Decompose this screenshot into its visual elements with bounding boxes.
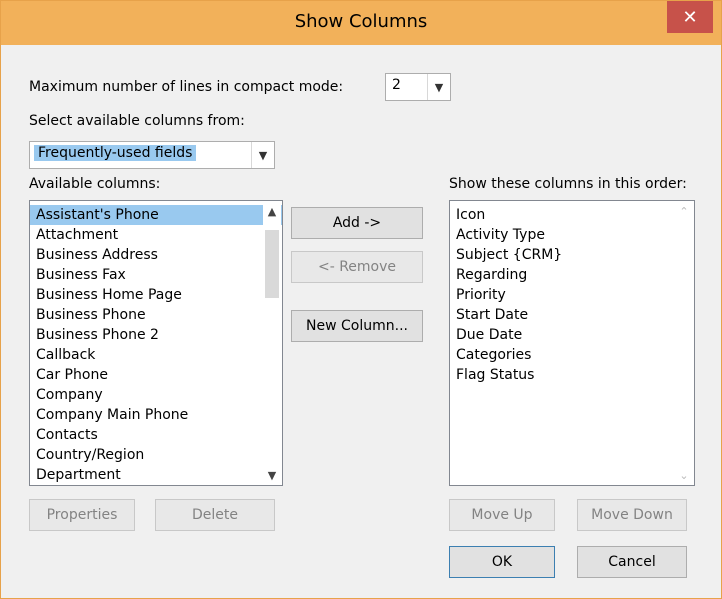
show-columns-dialog: Show Columns ✕ Maximum number of lines i…	[0, 0, 722, 599]
cancel-button[interactable]: Cancel	[577, 546, 687, 578]
move-up-button[interactable]: Move Up	[449, 499, 555, 531]
dialog-title: Show Columns	[294, 11, 428, 32]
available-scrollbar[interactable]: ▲ ▼	[263, 202, 281, 484]
list-item[interactable]: Business Phone	[30, 305, 282, 325]
delete-button[interactable]: Delete	[155, 499, 275, 531]
remove-button[interactable]: <- Remove	[291, 251, 423, 283]
available-columns-list[interactable]: Assistant's Phone Attachment Business Addr…	[29, 200, 283, 486]
add-button[interactable]: Add ->	[291, 207, 423, 239]
show-scrollbar: ⌃ ⌄	[675, 202, 693, 484]
list-item[interactable]: Start Date	[450, 305, 694, 325]
compact-lines-select[interactable]: 2 ▼	[385, 73, 451, 101]
compact-lines-value: 2	[392, 77, 401, 93]
list-item[interactable]: Due Date	[450, 325, 694, 345]
list-item[interactable]: Activity Type	[450, 225, 694, 245]
source-select[interactable]: Frequently-used fields ▼	[29, 141, 275, 169]
compact-lines-label: Maximum number of lines in compact mode:	[29, 79, 344, 95]
chevron-down-icon: ▼	[251, 142, 274, 168]
scroll-down-icon: ⌄	[679, 468, 689, 482]
shown-items: Icon Activity Type Subject {CRM} Regarding P…	[450, 201, 694, 385]
available-columns-label: Available columns:	[29, 176, 161, 192]
list-item[interactable]: Icon	[450, 205, 694, 225]
list-item[interactable]: Priority	[450, 285, 694, 305]
list-item[interactable]: Contacts	[30, 425, 282, 445]
dialog-body: Maximum number of lines in compact mode:…	[9, 45, 721, 588]
list-item[interactable]: Assistant's Phone	[30, 205, 282, 225]
move-down-button[interactable]: Move Down	[577, 499, 687, 531]
list-item[interactable]: Business Phone 2	[30, 325, 282, 345]
list-item[interactable]: Callback	[30, 345, 282, 365]
properties-button[interactable]: Properties	[29, 499, 135, 531]
list-item[interactable]: Regarding	[450, 265, 694, 285]
list-item[interactable]: Business Home Page	[30, 285, 282, 305]
ok-button[interactable]: OK	[449, 546, 555, 578]
scroll-down-icon[interactable]: ▼	[263, 466, 281, 484]
scroll-thumb[interactable]	[265, 230, 279, 298]
source-label: Select available columns from:	[29, 113, 245, 129]
list-item[interactable]: Company	[30, 385, 282, 405]
list-item[interactable]: Country/Region	[30, 445, 282, 465]
list-item[interactable]: Flag Status	[450, 365, 694, 385]
list-item[interactable]: Department	[30, 465, 282, 485]
close-button[interactable]: ✕	[667, 1, 713, 33]
list-item[interactable]: Company Main Phone	[30, 405, 282, 425]
scroll-up-icon[interactable]: ▲	[263, 202, 281, 220]
source-value: Frequently-used fields	[34, 145, 197, 161]
title-bar: Show Columns ✕	[1, 1, 721, 45]
list-item[interactable]: Subject {CRM}	[450, 245, 694, 265]
available-items: Assistant's Phone Attachment Business Addr…	[30, 201, 282, 485]
scroll-up-icon: ⌃	[679, 204, 689, 218]
list-item[interactable]: Attachment	[30, 225, 282, 245]
list-item[interactable]: Categories	[450, 345, 694, 365]
new-column-button[interactable]: New Column...	[291, 310, 423, 342]
list-item[interactable]: Business Address	[30, 245, 282, 265]
show-columns-label: Show these columns in this order:	[449, 176, 687, 192]
list-item[interactable]: Car Phone	[30, 365, 282, 385]
close-icon: ✕	[682, 6, 698, 28]
chevron-down-icon: ▼	[427, 74, 450, 100]
list-item[interactable]: Business Fax	[30, 265, 282, 285]
show-columns-list[interactable]: Icon Activity Type Subject {CRM} Regarding P…	[449, 200, 695, 486]
